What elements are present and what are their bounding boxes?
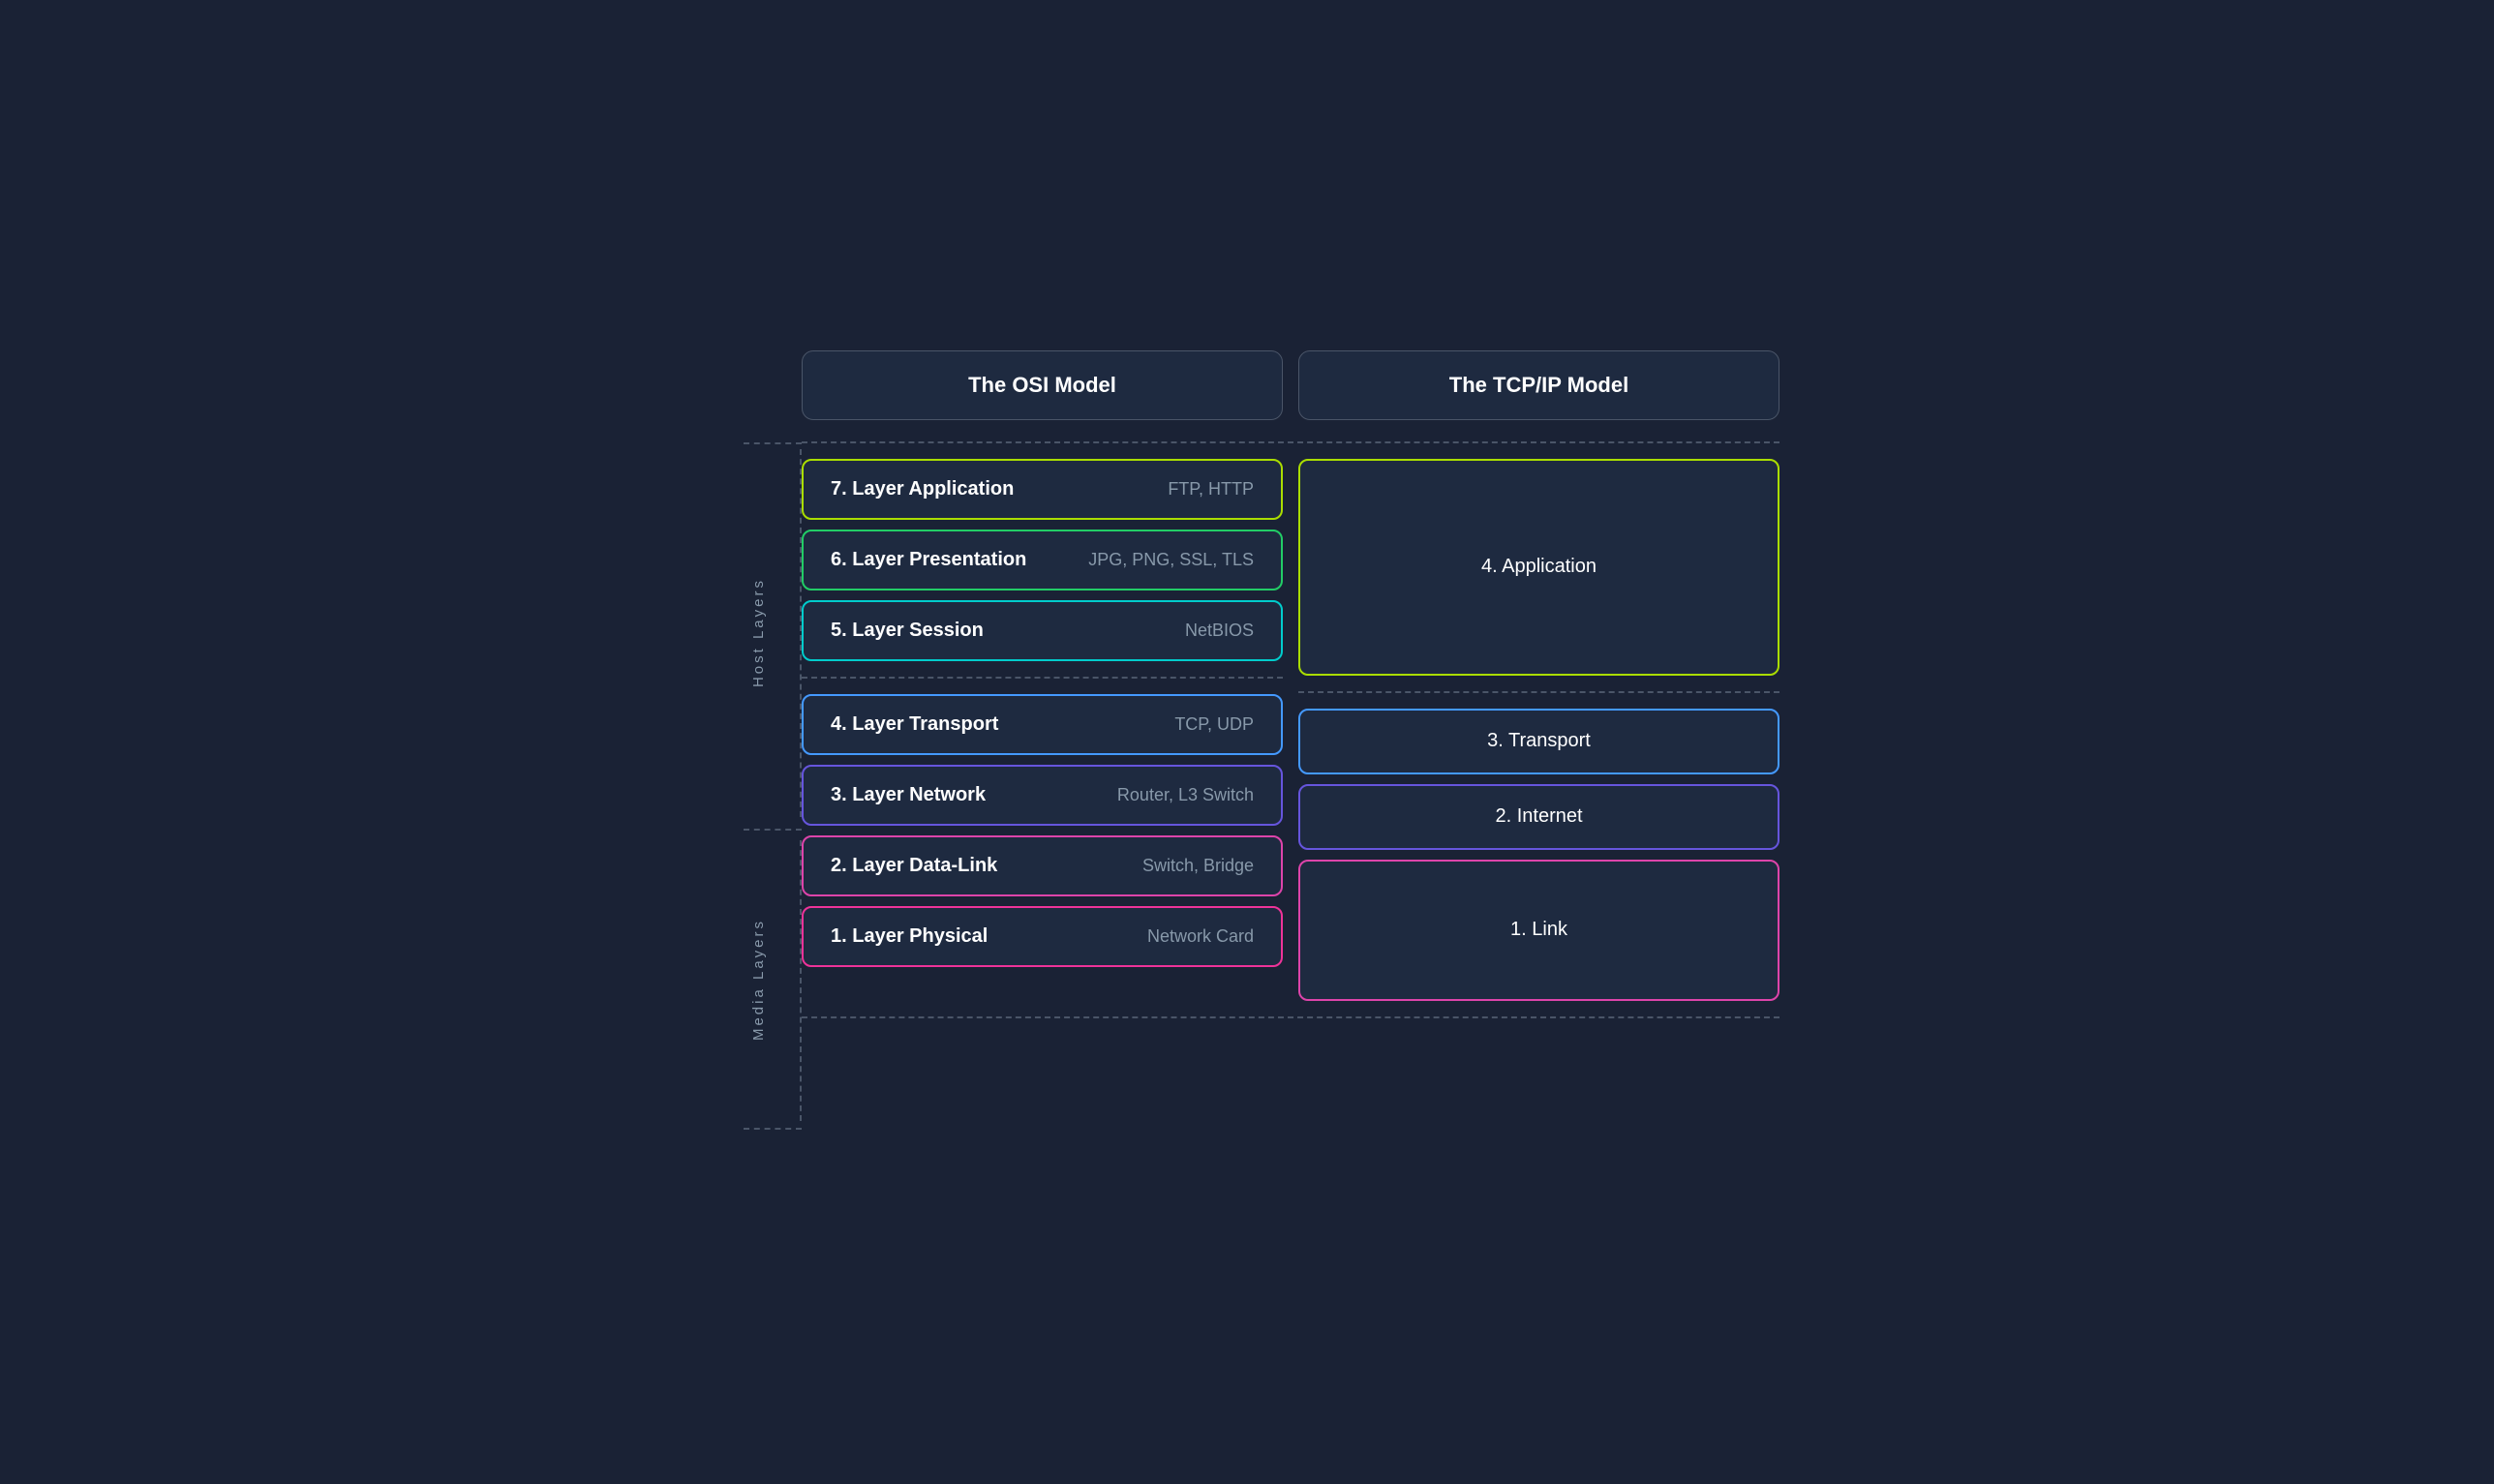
mid-dashed-line bbox=[802, 677, 1283, 679]
header-row: The OSI Model The TCP/IP Model bbox=[802, 350, 1779, 420]
layer-5-protocol: NetBIOS bbox=[1185, 621, 1254, 641]
tcp-title: The TCP/IP Model bbox=[1449, 373, 1628, 397]
osi-title: The OSI Model bbox=[968, 373, 1116, 397]
tcp-link-name: 1. Link bbox=[1510, 919, 1567, 941]
media-layers-label: Media Layers bbox=[750, 919, 767, 1041]
layer-1-box: 1. Layer Physical Network Card bbox=[802, 906, 1283, 967]
layer-7-name: 7. Layer Application bbox=[831, 478, 1014, 500]
layer-3-name: 3. Layer Network bbox=[831, 784, 986, 806]
layer-6-protocol: JPG, PNG, SSL, TLS bbox=[1088, 550, 1254, 570]
layer-4-name: 4. Layer Transport bbox=[831, 713, 998, 736]
tcp-application-name: 4. Application bbox=[1481, 556, 1597, 578]
layer-6-box: 6. Layer Presentation JPG, PNG, SSL, TLS bbox=[802, 530, 1283, 591]
tcp-mid-dashed-line bbox=[1298, 691, 1779, 693]
tcp-internet-name: 2. Internet bbox=[1495, 805, 1582, 828]
layer-4-protocol: TCP, UDP bbox=[1174, 714, 1254, 735]
layer-2-box: 2. Layer Data-Link Switch, Bridge bbox=[802, 835, 1283, 896]
diagram-wrapper: The OSI Model The TCP/IP Model Host Laye… bbox=[715, 350, 1779, 1135]
host-layers-label-container: Host Layers bbox=[715, 449, 802, 817]
top-dashed-line bbox=[802, 441, 1779, 443]
layer-7-protocol: FTP, HTTP bbox=[1168, 479, 1254, 500]
side-labels-column: Host Layers Media Layers bbox=[715, 436, 802, 1135]
layer-5-name: 5. Layer Session bbox=[831, 620, 984, 642]
tcp-link-box: 1. Link bbox=[1298, 860, 1779, 1001]
layer-4-box: 4. Layer Transport TCP, UDP bbox=[802, 694, 1283, 755]
media-label-area: Media Layers bbox=[715, 840, 802, 1121]
layer-7-box: 7. Layer Application FTP, HTTP bbox=[802, 459, 1283, 520]
media-layers-label-container: Media Layers bbox=[715, 840, 802, 1121]
tcp-transport-box: 3. Transport bbox=[1298, 709, 1779, 774]
layer-2-name: 2. Layer Data-Link bbox=[831, 855, 997, 877]
osi-column: 7. Layer Application FTP, HTTP 6. Layer … bbox=[802, 459, 1283, 1001]
tcp-transport-name: 3. Transport bbox=[1487, 730, 1591, 752]
osi-header: The OSI Model bbox=[802, 350, 1283, 420]
layer-5-box: 5. Layer Session NetBIOS bbox=[802, 600, 1283, 661]
layer-3-box: 3. Layer Network Router, L3 Switch bbox=[802, 765, 1283, 826]
layer-1-name: 1. Layer Physical bbox=[831, 925, 988, 948]
tcp-application-box: 4. Application bbox=[1298, 459, 1779, 676]
body-section: Host Layers Media Layers bbox=[715, 436, 1779, 1135]
tcp-column: 4. Application 3. Transport 2. Internet bbox=[1298, 459, 1779, 1001]
right-content: 7. Layer Application FTP, HTTP 6. Layer … bbox=[802, 436, 1779, 1135]
host-layers-label: Host Layers bbox=[750, 578, 767, 687]
bottom-dashed-line bbox=[802, 1016, 1779, 1018]
tcp-internet-box: 2. Internet bbox=[1298, 784, 1779, 850]
layer-1-protocol: Network Card bbox=[1147, 926, 1254, 947]
layer-6-name: 6. Layer Presentation bbox=[831, 549, 1026, 571]
two-columns: 7. Layer Application FTP, HTTP 6. Layer … bbox=[802, 459, 1779, 1001]
layer-2-protocol: Switch, Bridge bbox=[1142, 856, 1254, 876]
layer-3-protocol: Router, L3 Switch bbox=[1117, 785, 1254, 805]
tcp-header: The TCP/IP Model bbox=[1298, 350, 1779, 420]
